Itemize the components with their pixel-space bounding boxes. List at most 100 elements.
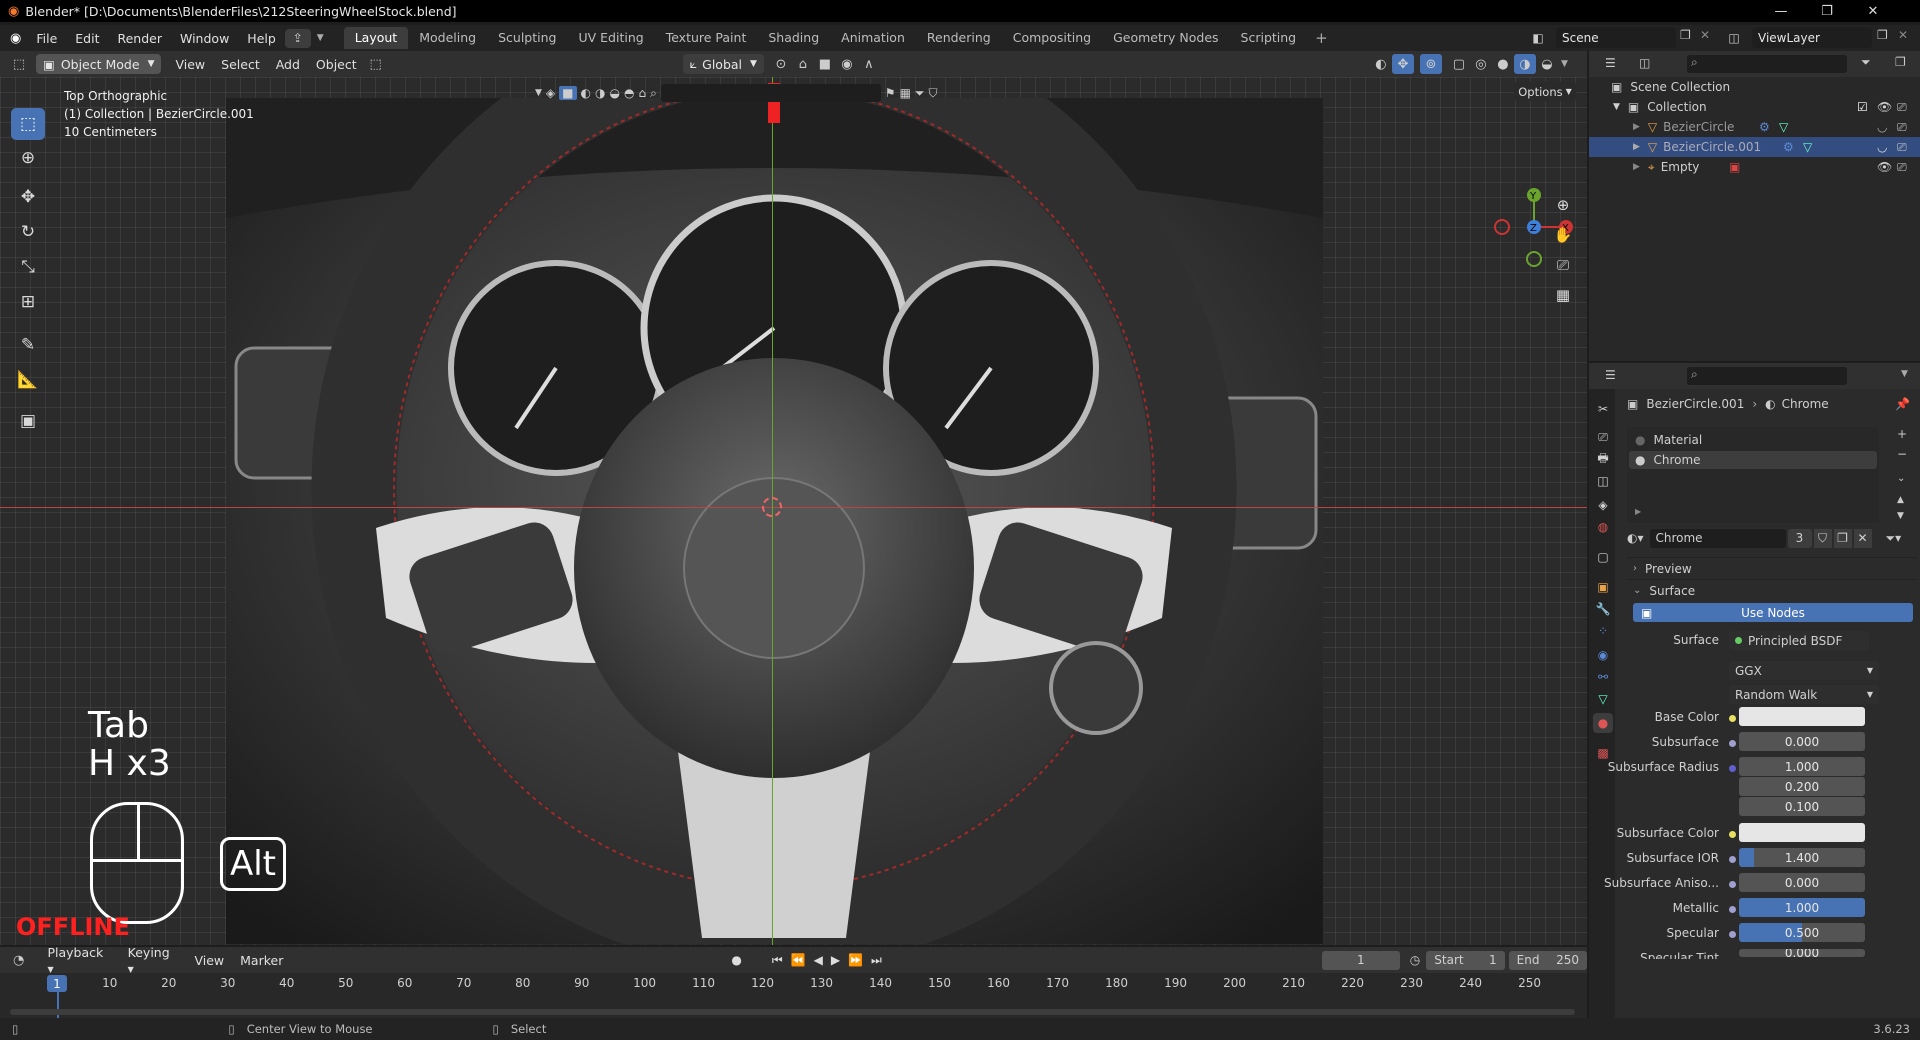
snap-target-icon[interactable]: ■ [814, 54, 836, 74]
physics-tab-icon[interactable]: ◉ [1593, 645, 1613, 665]
overlay-toggle-icon[interactable]: ⊚ [1419, 54, 1442, 74]
subsurface-color-swatch[interactable] [1739, 823, 1865, 842]
pivot-icon[interactable]: ⊙ [770, 54, 792, 74]
remove-scene-icon[interactable]: ✕ [1700, 28, 1710, 42]
menu-keying[interactable]: Keying ▼ [120, 945, 187, 975]
output-tab-icon[interactable]: 🖶 [1593, 449, 1613, 469]
data-tab-icon[interactable]: ▽ [1593, 689, 1613, 709]
material-slot-item[interactable]: ● Material [1629, 431, 1877, 449]
material-name-field[interactable]: Chrome [1649, 528, 1786, 548]
tab-uv-editing[interactable]: UV Editing [567, 27, 654, 49]
metallic-field[interactable]: 1.000 [1739, 898, 1865, 917]
chevron-down-icon[interactable]: ⌄ [1897, 473, 1905, 484]
options-dropdown[interactable]: Options ▼ [1514, 82, 1576, 101]
tab-compositing[interactable]: Compositing [1002, 27, 1102, 49]
subsurface-radius-x-field[interactable]: 1.000 [1739, 757, 1865, 776]
menu-view[interactable]: View [186, 953, 232, 968]
rendered-shading-icon[interactable]: ◒ [1536, 54, 1558, 74]
distribution-dropdown[interactable]: GGX ▼ [1729, 661, 1879, 680]
maximize-button[interactable]: ❐ [1804, 0, 1850, 22]
specular-field[interactable]: 0.500 [1739, 923, 1865, 942]
expand-icon[interactable]: ▶ [1635, 507, 1641, 516]
camera-icon[interactable]: ⎚ [1897, 120, 1907, 135]
object-tab-icon[interactable]: ▣ [1593, 577, 1613, 597]
outliner-item-empty[interactable]: ▶ ⌖ Empty ▣ 👁 ⎚ [1589, 157, 1920, 177]
menu-marker[interactable]: Marker [232, 953, 291, 968]
falloff-icon[interactable]: ∧ [858, 54, 880, 74]
editor-type-icon[interactable]: ⬚ [8, 54, 30, 74]
chevron-down-icon[interactable]: ▼ [1561, 59, 1568, 69]
world-tab-icon[interactable]: ◍ [1593, 517, 1613, 537]
lock-icon[interactable]: ⌂ [638, 86, 646, 100]
subsurface-radius-y-field[interactable]: 0.200 [1739, 777, 1865, 796]
expand-icon[interactable]: ▶ [1633, 122, 1640, 132]
material-browse-icon[interactable]: ◐▾ [1627, 531, 1644, 545]
color-icon[interactable]: ◈ [546, 86, 555, 100]
tab-modeling[interactable]: Modeling [408, 27, 487, 49]
record-icon[interactable]: ● [731, 953, 741, 967]
expand-icon[interactable]: ▶ [1633, 162, 1640, 172]
menu-view[interactable]: View [167, 57, 213, 72]
panel-surface-header[interactable]: ⌄ Surface [1627, 579, 1917, 601]
view-layer-tab-icon[interactable]: ◫ [1593, 471, 1613, 491]
editor-type-icon[interactable]: ◔ [8, 950, 29, 970]
subsurface-ior-field[interactable]: 1.400 [1739, 848, 1865, 867]
menu-help[interactable]: Help [238, 31, 285, 46]
minimize-button[interactable]: — [1758, 0, 1804, 22]
unlink-icon[interactable]: ✕ [1853, 528, 1872, 548]
material-slot-item[interactable]: ● Chrome [1629, 451, 1877, 469]
rotate-tool-icon[interactable]: ↻ [11, 216, 45, 248]
prev-keyframe-icon[interactable]: ⏪ [791, 953, 806, 967]
tab-shading[interactable]: Shading [757, 27, 830, 49]
menu-edit[interactable]: Edit [66, 31, 108, 46]
remove-view-layer-icon[interactable]: ✕ [1898, 28, 1908, 42]
user-count-field[interactable]: 3 [1787, 528, 1812, 548]
end-frame-field[interactable]: End 250 [1508, 950, 1587, 970]
subsurface-method-dropdown[interactable]: Random Walk ▼ [1729, 685, 1879, 704]
tool-tab-icon[interactable]: ✂ [1593, 399, 1613, 419]
zoom-icon[interactable]: ⊕ [1551, 193, 1575, 217]
eye-hidden-icon[interactable]: ◡ [1877, 120, 1887, 134]
clock-icon[interactable]: ◷ [1410, 953, 1420, 967]
search-field[interactable] [660, 84, 881, 102]
expand-icon[interactable]: ▶ [1633, 142, 1640, 152]
add-workspace-icon[interactable]: + [1307, 29, 1336, 47]
filter-icon[interactable]: ⏷ [915, 86, 925, 101]
select-intersect-icon[interactable]: ◓ [624, 86, 634, 100]
constraints-tab-icon[interactable]: ⚯ [1593, 667, 1613, 687]
outliner-scene-collection[interactable]: ▣ Scene Collection [1589, 77, 1920, 97]
snap-icon[interactable]: ⌂ [792, 54, 814, 74]
filter-icon[interactable]: ⏷▾ [1886, 531, 1902, 546]
next-keyframe-icon[interactable]: ⏩ [848, 953, 863, 967]
new-scene-icon[interactable]: ❐ [1680, 28, 1691, 42]
play-reverse-icon[interactable]: ◀ [814, 953, 823, 967]
surface-shader-field[interactable]: Principled BSDF [1729, 631, 1869, 650]
camera-icon[interactable]: ⎚ [1897, 140, 1907, 155]
select-box-icon[interactable]: ■ [559, 86, 577, 100]
jump-end-icon[interactable]: ⏭ [871, 953, 882, 968]
grid-view-icon[interactable]: ▦ [1551, 283, 1575, 307]
shield-icon[interactable]: ⛉ [929, 86, 938, 101]
tab-texture-paint[interactable]: Texture Paint [655, 27, 758, 49]
wireframe-shading-icon[interactable]: ◎ [1470, 54, 1492, 74]
panel-preview-header[interactable]: › Preview [1627, 557, 1917, 579]
pin-icon[interactable]: 📌 [1895, 397, 1910, 411]
share-icon[interactable]: ⇪ [284, 28, 311, 48]
measure-tool-icon[interactable]: 📐 [11, 364, 45, 396]
scene-selector-icon[interactable]: ◧ [1526, 28, 1550, 48]
bookmark-icon[interactable]: ⚑ [885, 86, 896, 100]
annotate-tool-icon[interactable]: ✎ [11, 329, 45, 361]
tab-geometry-nodes[interactable]: Geometry Nodes [1102, 27, 1229, 49]
scale-tool-icon[interactable]: ⤡ [11, 251, 45, 283]
cursor-tool-icon[interactable]: ⊕ [11, 142, 45, 174]
tab-sculpting[interactable]: Sculpting [487, 27, 567, 49]
display-mode-icon[interactable]: ◫ [1639, 56, 1650, 70]
outliner-search-field[interactable] [1687, 55, 1847, 73]
start-frame-field[interactable]: Start 1 [1426, 950, 1505, 970]
checkbox-icon[interactable]: ☑ [1857, 100, 1868, 114]
scene-tab-icon[interactable]: ◈ [1593, 495, 1613, 515]
view-layer-icon[interactable]: ◫ [1722, 28, 1746, 48]
eye-icon[interactable]: 👁 [1877, 100, 1892, 114]
object-gizmo-icon[interactable]: ⬚ [365, 54, 387, 74]
timeline-area[interactable]: 10 20 30 40 50 60 70 80 90 100 110 120 130 140 150 160 1… [0, 973, 1587, 1018]
